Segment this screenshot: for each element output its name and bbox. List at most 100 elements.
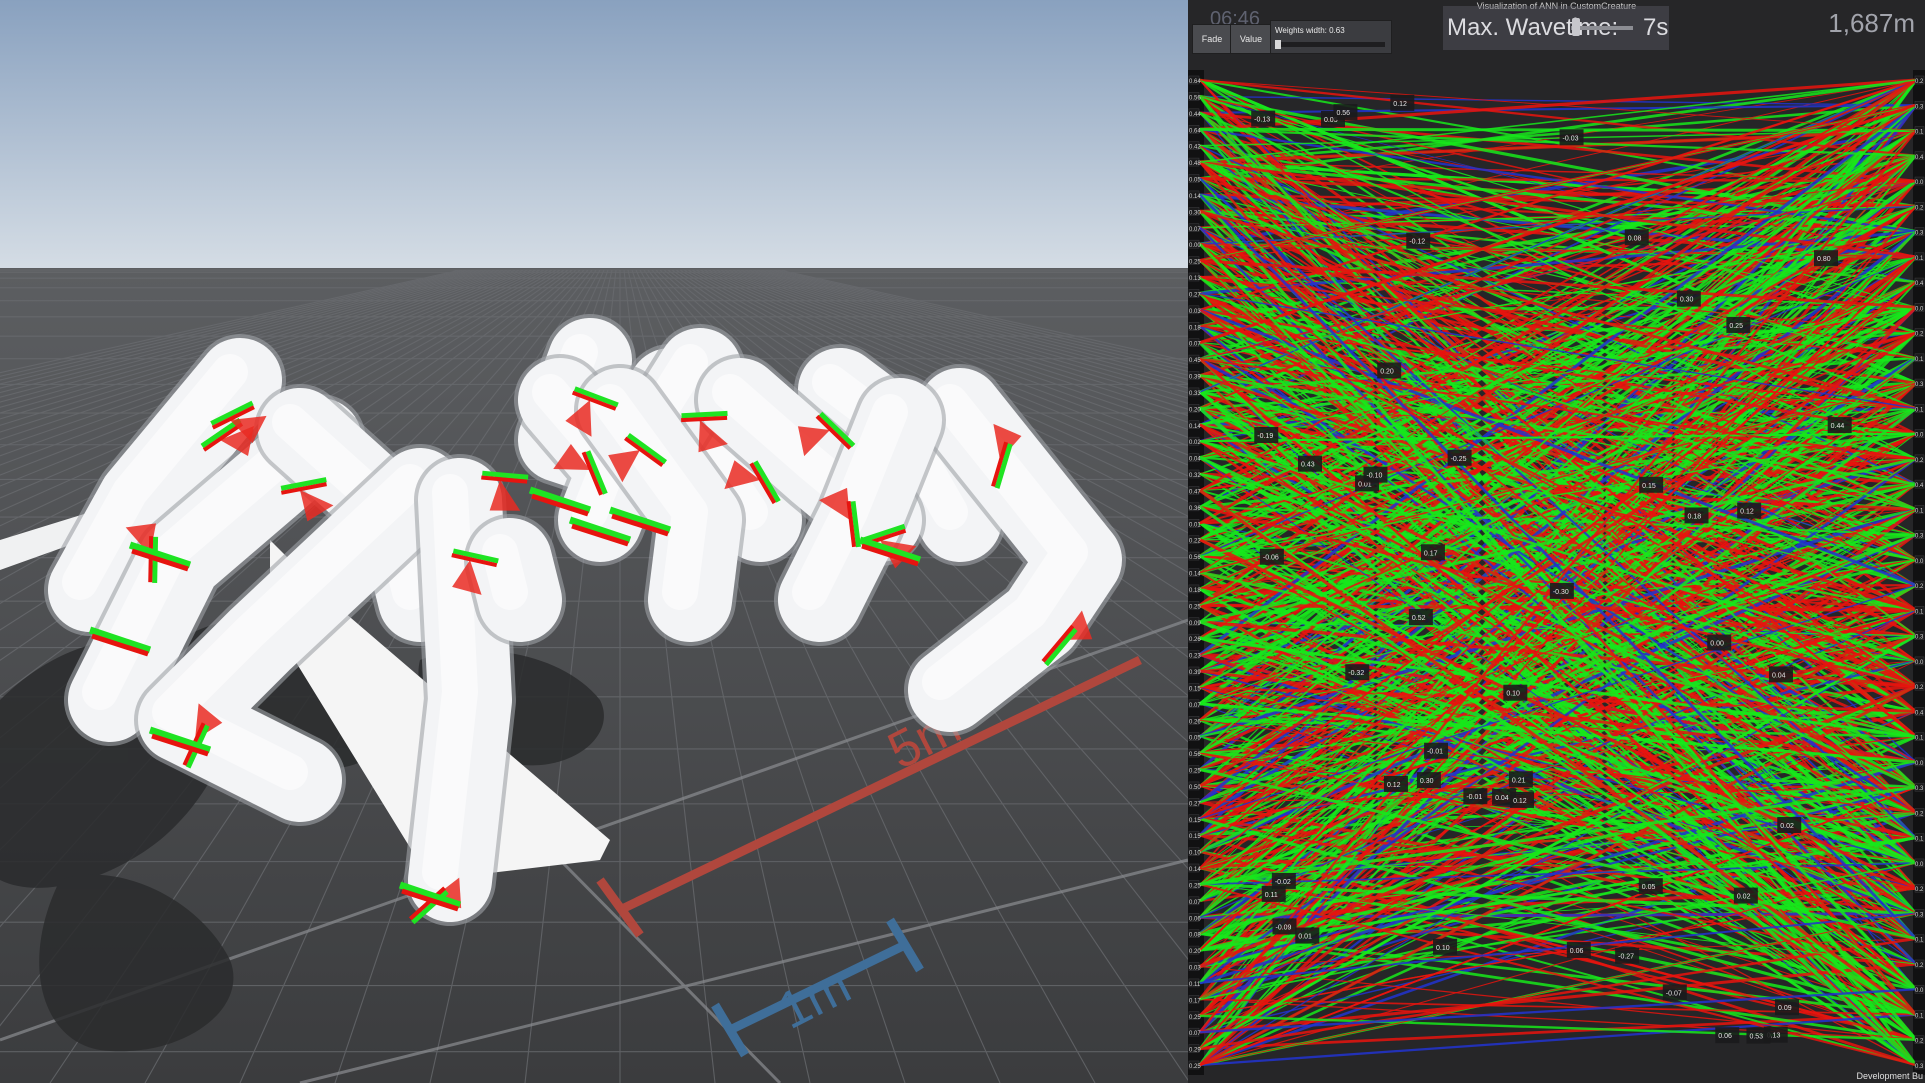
- left-neuron-value: 0.30: [1189, 210, 1201, 216]
- left-neuron-value: 0.00: [1189, 243, 1201, 249]
- right-neuron-value: 0.2: [1915, 1039, 1924, 1045]
- left-neuron-value: 0.26: [1189, 719, 1201, 725]
- weight-value: 0.02: [1780, 823, 1794, 830]
- left-neuron-value: 0.03: [1189, 309, 1201, 315]
- weight-value: 0.44: [1831, 423, 1845, 430]
- weight-value: 0.02: [1737, 894, 1751, 901]
- scene-view[interactable]: 5m 1m: [0, 0, 1188, 1083]
- left-neuron-value: 0.56: [1189, 752, 1201, 758]
- value-button[interactable]: Value: [1230, 24, 1272, 54]
- left-neuron-value: 0.10: [1189, 851, 1201, 857]
- right-neuron-value: 0.2: [1915, 963, 1924, 969]
- weight-value: -0.06: [1263, 555, 1279, 562]
- weights-width-slider-handle[interactable]: [1275, 40, 1281, 49]
- right-neuron-value: 0.1: [1915, 736, 1924, 742]
- right-neuron-value: 0.0: [1915, 988, 1924, 994]
- right-neuron-value: 0.0: [1915, 306, 1924, 312]
- left-neuron-value: 0.25: [1189, 769, 1201, 775]
- weight-value: 0.00: [1710, 641, 1724, 648]
- left-neuron-value: 0.14: [1189, 867, 1201, 873]
- left-neuron-value: 0.36: [1189, 506, 1201, 512]
- weight-value: 0.01: [1298, 934, 1312, 941]
- weight-value: 0.56: [1336, 110, 1350, 117]
- right-neuron-value: 0.2: [1915, 811, 1924, 817]
- weights-width-slider[interactable]: [1275, 42, 1385, 47]
- weight-value: -0.01: [1466, 794, 1482, 801]
- left-neuron-value: 0.25: [1189, 1064, 1201, 1070]
- left-neuron-value: 0.22: [1189, 539, 1201, 545]
- weight-value: 0.04: [1772, 672, 1786, 679]
- left-neuron-value: 0.03: [1189, 966, 1201, 972]
- weight-value: 0.52: [1412, 615, 1426, 622]
- right-neuron-value: 0.2: [1915, 685, 1924, 691]
- weight-value: -0.10: [1366, 473, 1382, 480]
- fade-button[interactable]: Fade: [1192, 24, 1232, 54]
- left-neuron-value: 0.07: [1189, 1031, 1201, 1037]
- right-neuron-value: 0.1: [1915, 1013, 1924, 1019]
- left-neuron-value: 0.45: [1189, 358, 1201, 364]
- sky: [0, 0, 1188, 270]
- weights-width-label: Weights width: 0.63: [1275, 26, 1345, 35]
- weight-value: 0.11: [1265, 892, 1278, 899]
- right-neuron-value: 0.4: [1915, 710, 1924, 716]
- right-neuron-value: 0.4: [1915, 155, 1924, 161]
- left-neuron-value: 0.25: [1189, 1015, 1201, 1021]
- max-wavetime-slider-handle[interactable]: [1572, 18, 1580, 36]
- weight-value: 0.12: [1513, 798, 1527, 805]
- right-neuron-value: 0.3: [1915, 104, 1924, 110]
- left-neuron-value: 0.39: [1189, 375, 1201, 381]
- weight-value: -0.25: [1451, 456, 1467, 463]
- ann-visualization-panel: 0.64 0.56 0.44 0.64 0.42 0.48 0.05 0.14 0.30 0.07…: [1188, 0, 1925, 1083]
- left-neuron-value: 0.05: [1189, 178, 1201, 184]
- weight-value: -0.03: [1563, 135, 1579, 142]
- left-neuron-value: 0.48: [1189, 161, 1201, 167]
- weight-value: 0.12: [1740, 509, 1754, 516]
- weight-value: 0.53: [1749, 1034, 1763, 1041]
- left-neuron-value: 0.20: [1189, 407, 1201, 413]
- weight-value: 0.18: [1687, 513, 1701, 520]
- ann-canvas: 0.64 0.56 0.44 0.64 0.42 0.48 0.05 0.14 0.30 0.07…: [1188, 70, 1925, 1075]
- left-neuron-value: 0.29: [1189, 1048, 1201, 1054]
- weight-value: 0.06: [1570, 948, 1584, 955]
- right-neuron-value: 0.3: [1915, 231, 1924, 237]
- left-neuron-value: 0.17: [1189, 998, 1201, 1004]
- left-neuron-value: 0.32: [1189, 473, 1201, 479]
- distance-readout: 1,687m: [1828, 8, 1915, 38]
- left-neuron-value: 0.15: [1189, 686, 1201, 692]
- right-neuron-value: 0.1: [1915, 256, 1924, 262]
- right-neuron-column: [1913, 70, 1925, 1075]
- left-neuron-value: 0.18: [1189, 325, 1201, 331]
- weight-value: -0.02: [1275, 879, 1291, 886]
- scene-canvas: 5m1m: [0, 0, 1188, 1083]
- weight-value: 0.10: [1506, 691, 1520, 698]
- right-neuron-value: 0.0: [1915, 761, 1924, 767]
- right-neuron-value: 0.1: [1915, 837, 1924, 843]
- left-neuron-value: 0.14: [1189, 424, 1201, 430]
- right-neuron-value: 0.0: [1915, 180, 1924, 186]
- weight-value: 0.09: [1778, 1005, 1792, 1012]
- left-neuron-value: 0.33: [1189, 391, 1201, 397]
- weight-value: 0.43: [1301, 462, 1315, 469]
- weight-value: -0.07: [1666, 990, 1682, 997]
- left-neuron-value: 0.02: [1189, 440, 1201, 446]
- max-wavetime-slider[interactable]: [1571, 26, 1633, 30]
- right-neuron-value: 0.3: [1915, 912, 1924, 918]
- weight-value: -0.01: [1427, 749, 1443, 756]
- weight-value: 0.06: [1718, 1033, 1732, 1040]
- left-neuron-value: 0.27: [1189, 801, 1201, 807]
- left-neuron-value: 0.18: [1189, 588, 1201, 594]
- right-neuron-value: 0.1: [1915, 938, 1924, 944]
- left-neuron-value: 0.07: [1189, 900, 1201, 906]
- left-neuron-value: 0.26: [1189, 637, 1201, 643]
- left-neuron-value: 0.20: [1189, 949, 1201, 955]
- weight-value: -0.27: [1618, 954, 1634, 961]
- weight-value: -0.13: [1254, 117, 1270, 124]
- weight-value: -0.32: [1348, 670, 1364, 677]
- development-build-label: Development Bu: [1856, 1071, 1923, 1081]
- right-neuron-value: 0.0: [1915, 660, 1924, 666]
- right-neuron-value: 0.3: [1915, 786, 1924, 792]
- right-neuron-value: 0.2: [1915, 458, 1924, 464]
- left-neuron-value: 0.11: [1189, 982, 1201, 988]
- left-neuron-value: 0.64: [1189, 79, 1201, 85]
- right-neuron-value: 0.1: [1915, 508, 1924, 514]
